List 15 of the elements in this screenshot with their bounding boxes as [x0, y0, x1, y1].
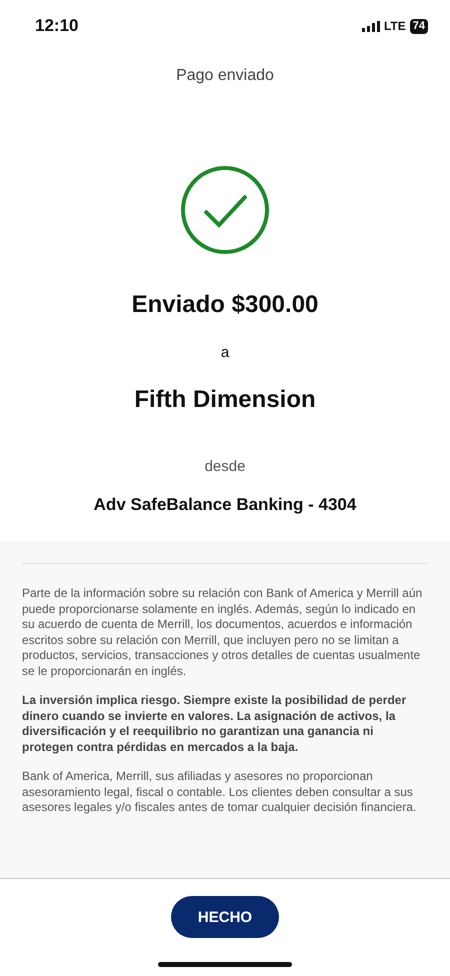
disclosure-text: Parte de la información sobre su relación con Bank of America y Merrill aún puede proporcionarse solamente en inglés. Además, según lo indicado en su acuerdo de cuenta de Merrill, los documentos, acuerdos e información escritos sobre su relación con Merrill, que incluyen pero no se limitan a productos, servicios, transacciones y otros detalles de cuentas usualmente se le proporcionarán en inglés. — [22, 586, 424, 679]
to-label: a — [220, 344, 230, 361]
network-label: LTE — [384, 19, 406, 33]
done-button[interactable]: HECHO — [171, 896, 279, 938]
screen-title: Pago enviado — [175, 67, 275, 85]
disclosure-text: Bank of America, Merrill, sus afiliadas y asesores no proporcionan asesoramiento legal, fiscal o contable. Los clientes deben consultar a sus asesores legales y/o fiscales antes de tomar cualquier decisión financiera. — [22, 769, 418, 816]
status-time: 12:10 — [35, 16, 78, 36]
check-circle-icon — [180, 165, 270, 255]
signal-icon — [362, 20, 380, 32]
disclosure-text: La inversión implica riesgo. Siempre existe la posibilidad de perder dinero cuando se invierte en valores. La asignación de activos, la diversificación y el reequilibrio no garantizan una ganancia ni protegen contra pérdidas en mercados a la baja. — [22, 693, 408, 755]
source-account: Adv SafeBalance Banking - 4304 — [94, 495, 356, 515]
from-label: desde — [204, 458, 246, 475]
recipient-name: Fifth Dimension — [134, 386, 316, 414]
battery-level: 74 — [410, 18, 428, 34]
sent-amount: Enviado $300.00 — [132, 291, 318, 319]
